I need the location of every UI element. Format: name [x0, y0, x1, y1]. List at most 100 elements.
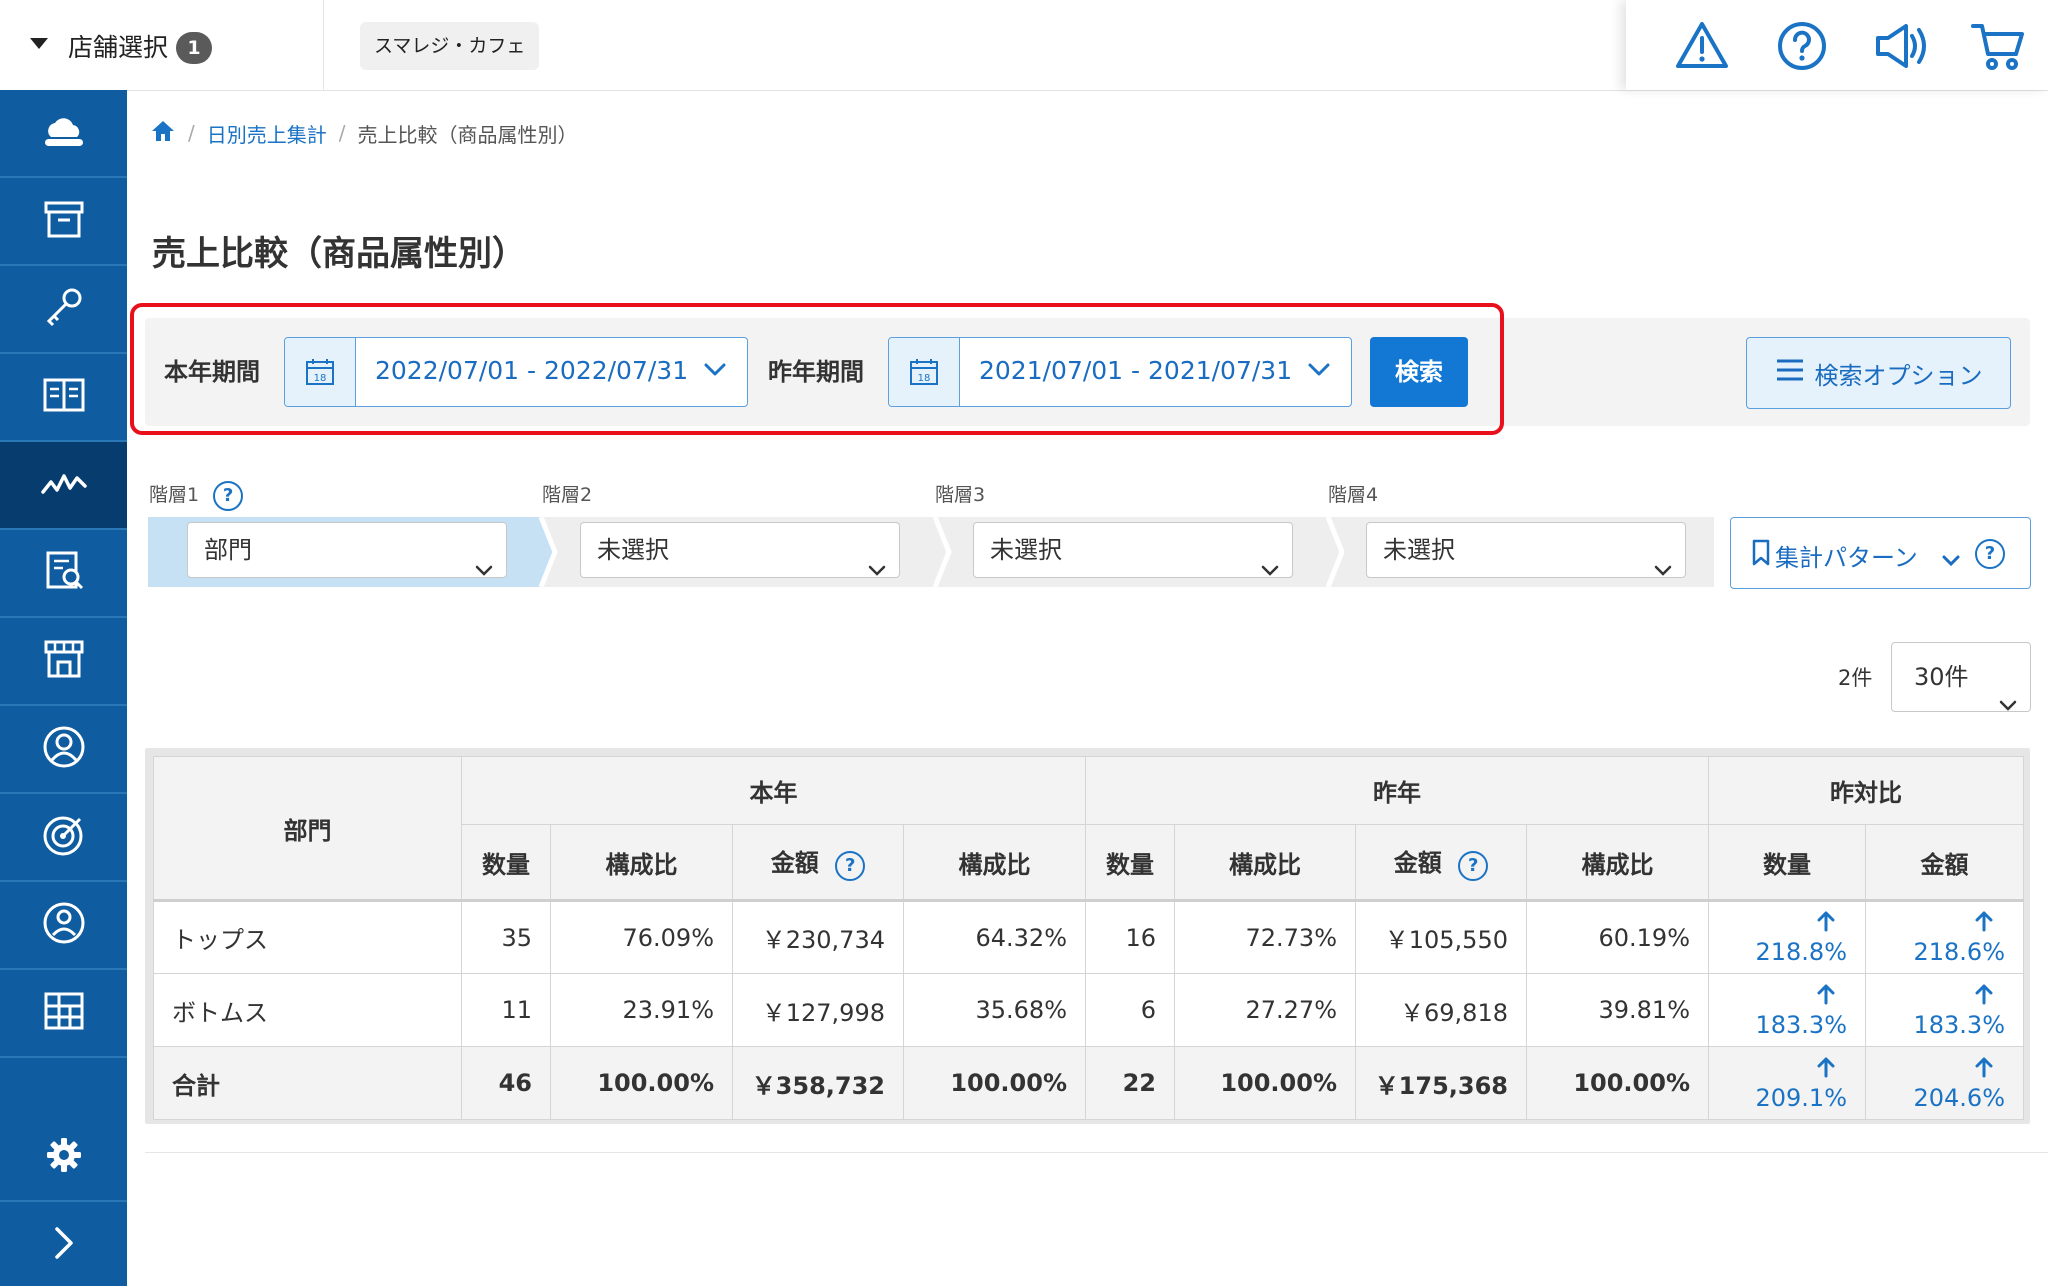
cell-ly-amount: ￥105,550 — [1355, 900, 1527, 974]
help-icon[interactable] — [1774, 18, 1830, 74]
grid-icon — [42, 990, 86, 1036]
menu-icon — [1775, 357, 1805, 389]
arrow-up-icon — [1817, 983, 1835, 1011]
store-select[interactable]: 店舗選択 1 — [0, 0, 324, 90]
col-header-amount-share: 構成比 — [903, 824, 1086, 901]
breadcrumb-separator: / — [188, 121, 195, 145]
hierarchy-help-icon[interactable]: ? — [213, 481, 244, 511]
cell-ly-amount-share: 60.19% — [1526, 900, 1709, 974]
warning-icon[interactable] — [1674, 18, 1730, 74]
customer-icon — [42, 725, 86, 773]
user-icon — [42, 901, 86, 949]
sidebar-item-store[interactable] — [0, 618, 127, 706]
sales-comparison-table: 部門 本年 昨年 昨対比 数量 構成比 金額 ? 構成比 数量 構成比 金額 ?… — [153, 756, 2024, 1120]
col-group-yoy: 昨対比 — [1708, 756, 2024, 825]
sidebar-item-sales-chart[interactable] — [0, 442, 127, 530]
col-group-last-year: 昨年 — [1085, 756, 1709, 825]
cell-qty: 46 — [461, 1046, 551, 1120]
highlight-box — [130, 303, 1504, 435]
store-select-label: 店舗選択 — [68, 33, 169, 62]
key-icon — [43, 286, 85, 332]
sidebar-item-grid[interactable] — [0, 970, 127, 1058]
shop-name-chip: スマレジ・カフェ — [360, 22, 540, 70]
breadcrumb-link-daily-sales[interactable]: 日別売上集計 — [207, 119, 327, 148]
cell-ly-amount-share: 100.00% — [1526, 1046, 1709, 1120]
hierarchy-4-select[interactable]: 未選択 — [1366, 522, 1686, 578]
cell-qty-share: 76.09% — [550, 900, 733, 974]
search-option-label: 検索オプション — [1814, 361, 1983, 390]
cell-yoy-amount: 218.6% — [1865, 900, 2024, 974]
col-header-amount: 金額 ? — [732, 824, 904, 901]
breadcrumb-separator: / — [338, 121, 346, 145]
sidebar-item-user[interactable] — [0, 882, 127, 970]
col-header-yoy-amount: 金額 — [1865, 824, 2024, 901]
divider — [145, 1152, 2048, 1153]
sidebar-item-cloud[interactable] — [0, 90, 127, 178]
chevron-down-icon — [1941, 546, 1961, 574]
cart-icon[interactable] — [1970, 18, 2026, 74]
hierarchy-1-label: 階層1 ? — [149, 480, 244, 511]
cell-yoy-amount: 204.6% — [1865, 1046, 2024, 1120]
book-icon — [42, 375, 86, 419]
report-icon — [43, 550, 85, 596]
cell-qty: 11 — [461, 973, 551, 1047]
table-total-row: 合計 46 100.00% ￥358,732 100.00% 22 100.00… — [153, 1046, 2024, 1120]
cell-yoy-qty: 209.1% — [1708, 1046, 1866, 1120]
cell-ly-qty: 16 — [1085, 900, 1175, 974]
cell-ly-qty-share: 27.27% — [1174, 973, 1356, 1047]
hierarchy-1-select[interactable]: 部門 — [187, 522, 507, 578]
cell-amount-share: 64.32% — [903, 900, 1086, 974]
arrow-up-icon — [1817, 1056, 1835, 1084]
sidebar-item-archive[interactable] — [0, 178, 127, 266]
aggregation-pattern-label: 集計パターン — [1775, 544, 1918, 572]
megaphone-icon[interactable] — [1872, 18, 1928, 74]
col-header-ly-amount-share: 構成比 — [1526, 824, 1709, 901]
col-header-qty-share: 構成比 — [550, 824, 733, 901]
cell-dept: 合計 — [153, 1046, 462, 1120]
chevron-right-icon — [51, 1225, 77, 1265]
hierarchy-2-label: 階層2 — [542, 484, 593, 506]
arrow-up-icon — [1975, 983, 1993, 1011]
cell-ly-qty: 22 — [1085, 1046, 1175, 1120]
cell-dept: ボトムス — [153, 973, 462, 1047]
cell-dept: トップス — [153, 900, 462, 974]
top-icon-group — [1626, 0, 2048, 90]
hierarchy-2-select[interactable]: 未選択 — [580, 522, 900, 578]
col-header-dept: 部門 — [153, 756, 462, 901]
home-icon[interactable] — [150, 119, 176, 148]
sidebar-item-key[interactable] — [0, 266, 127, 354]
sidebar-item-customer[interactable] — [0, 706, 127, 794]
sidebar-item-report[interactable] — [0, 530, 127, 618]
chevron-down-icon — [474, 543, 494, 597]
cell-ly-qty: 6 — [1085, 973, 1175, 1047]
chevron-down-icon — [1998, 671, 2018, 739]
sidebar-settings[interactable] — [0, 1114, 127, 1202]
arrow-up-icon — [1975, 910, 1993, 938]
sidebar-item-book[interactable] — [0, 354, 127, 442]
col-header-ly-qty-share: 構成比 — [1174, 824, 1356, 901]
hierarchy-3-select[interactable]: 未選択 — [973, 522, 1293, 578]
chevron-down-icon — [867, 543, 887, 597]
ly-amount-help-icon[interactable]: ? — [1458, 851, 1489, 881]
aggregation-pattern-button[interactable]: 集計パターン ? — [1730, 517, 2031, 589]
col-header-ly-qty: 数量 — [1085, 824, 1175, 901]
cell-qty-share: 23.91% — [550, 973, 733, 1047]
col-group-this-year: 本年 — [461, 756, 1086, 825]
amount-help-icon[interactable]: ? — [835, 851, 866, 881]
cell-yoy-qty: 183.3% — [1708, 973, 1866, 1047]
top-bar: 店舗選択 1 スマレジ・カフェ — [0, 0, 2048, 91]
sidebar-item-target[interactable] — [0, 794, 127, 882]
search-option-button[interactable]: 検索オプション — [1746, 337, 2011, 409]
cell-amount-share: 100.00% — [903, 1046, 1086, 1120]
store-count-badge: 1 — [176, 32, 212, 64]
result-count: 2件 — [1838, 666, 1873, 690]
per-page-select[interactable]: 30件 — [1891, 642, 2031, 712]
target-icon — [42, 813, 86, 861]
cell-yoy-amount: 183.3% — [1865, 973, 2024, 1047]
breadcrumb-current: 売上比較（商品属性別） — [357, 122, 578, 147]
pattern-help-icon[interactable]: ? — [1975, 539, 2005, 569]
chevron-down-icon — [1260, 543, 1280, 597]
gear-icon — [44, 1135, 84, 1179]
cell-ly-amount: ￥175,368 — [1355, 1046, 1527, 1120]
sidebar-expand[interactable] — [0, 1202, 127, 1288]
